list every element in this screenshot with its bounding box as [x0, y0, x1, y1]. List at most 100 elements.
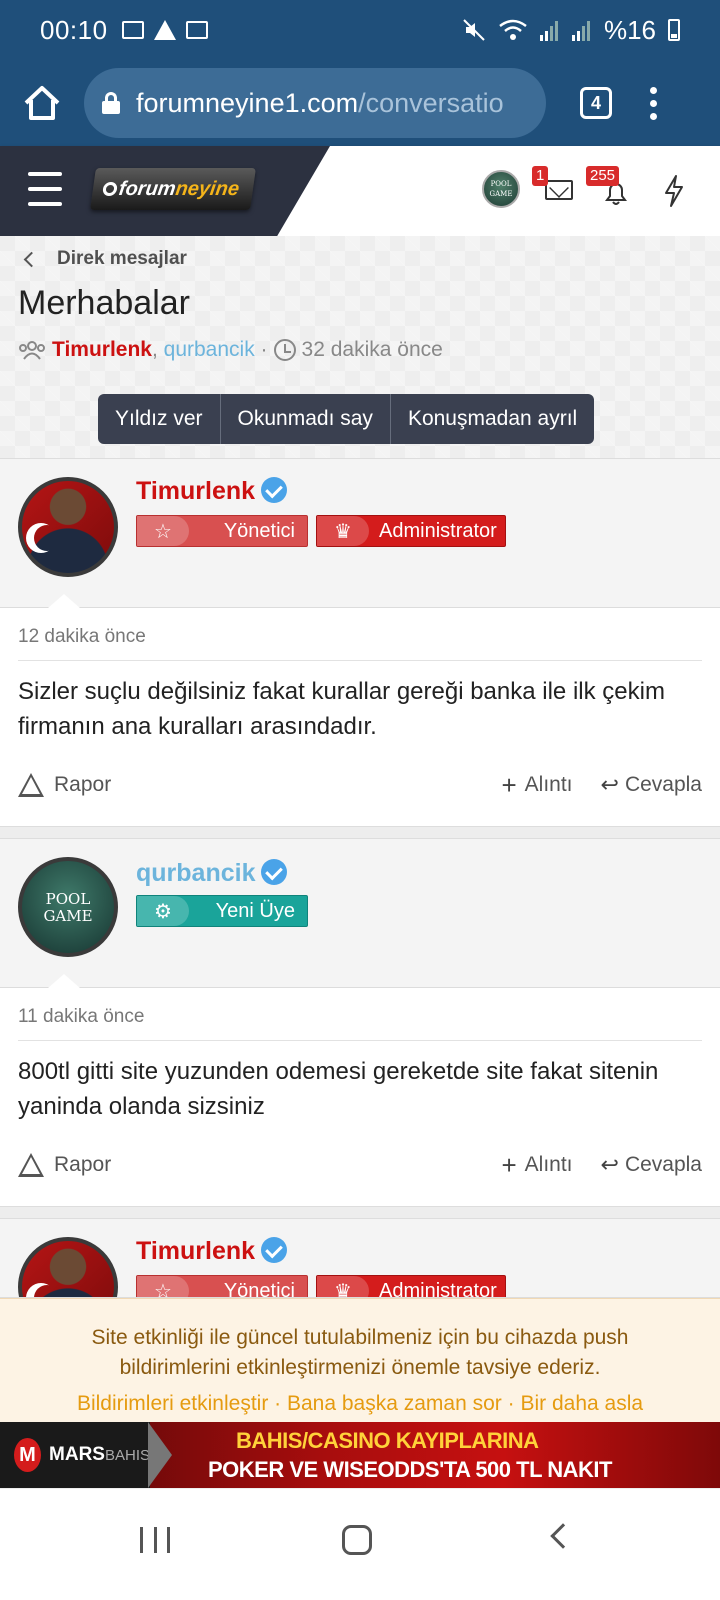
report-link[interactable]: Rapor: [18, 1153, 111, 1177]
conversation-meta: Timurlenk, qurbancik · 32 dakika önce: [18, 338, 443, 362]
crown-icon: ♛: [317, 516, 369, 546]
conversation-time: 32 dakika önce: [301, 338, 443, 361]
avatar[interactable]: [18, 1237, 118, 1297]
breadcrumb-label: Direk mesajlar: [57, 248, 187, 269]
status-notification-icons: [121, 20, 208, 40]
system-navigation-bar: [0, 1488, 720, 1600]
ad-subline: POKER VE WISEODDS'TA 500 TL NAKIT: [208, 1457, 612, 1482]
reply-link[interactable]: ↩ Cevapla: [601, 1152, 703, 1178]
crown-icon: ♛: [317, 1276, 369, 1297]
signal-icon-1: [539, 21, 558, 41]
participant-link-2[interactable]: qurbancik: [164, 338, 255, 362]
tab-switcher-button[interactable]: 4: [580, 87, 612, 119]
warning-icon: [18, 773, 44, 797]
url-path: /conversatio: [358, 87, 504, 118]
participant-link-1[interactable]: Timurlenk: [52, 338, 152, 362]
star-icon: ☆: [137, 516, 189, 546]
chevron-left-icon: [23, 251, 40, 267]
gallery-icon: [121, 21, 144, 39]
role-banner-yonetici: ☆ Yönetici: [136, 1275, 308, 1297]
bolt-icon[interactable]: [662, 174, 686, 208]
star-button[interactable]: Yıldız ver: [98, 394, 221, 444]
wifi-icon: [499, 19, 527, 40]
message-time[interactable]: 12 dakika önce: [18, 626, 146, 648]
conversation-action-buttons: Yıldız ver Okunmadı say Konuşmadan ayrıl: [98, 394, 595, 444]
speech-caret: [48, 974, 80, 988]
avatar[interactable]: [18, 477, 118, 577]
account-avatar[interactable]: POOL GAME: [482, 170, 520, 208]
never-ask-link[interactable]: Bir daha asla: [520, 1392, 643, 1415]
author-name[interactable]: qurbancik: [136, 859, 288, 888]
divider: [18, 660, 702, 661]
alerts-badge: 255: [586, 166, 620, 186]
notice-text: Site etkinliği ile güncel tutulabilmeniz…: [91, 1326, 629, 1379]
avatar[interactable]: POOL GAME: [18, 857, 118, 957]
author-name[interactable]: Timurlenk: [136, 477, 288, 506]
clock-icon: [273, 339, 296, 361]
inbox-badge: 1: [532, 166, 549, 186]
verified-icon: [261, 859, 288, 885]
push-notification-notice: Site etkinliği ile güncel tutulabilmeniz…: [0, 1298, 720, 1422]
page-title: Merhabalar: [18, 284, 190, 322]
ad-brand: M MARS BAHIS: [0, 1422, 150, 1488]
quote-link[interactable]: + Alıntı: [501, 1150, 572, 1181]
quote-link[interactable]: + Alıntı: [501, 770, 572, 801]
status-bar: 00:10 %16: [0, 0, 720, 60]
breadcrumb[interactable]: Direk mesajlar: [22, 248, 187, 270]
message-time[interactable]: 11 dakika önce: [18, 1006, 144, 1028]
recent-apps-icon[interactable]: [140, 1527, 170, 1553]
logo-text-neyine: neyine: [174, 177, 241, 200]
message-author-panel: Timurlenk ☆ Yönetici ♛ Administrator: [0, 1218, 720, 1298]
mute-icon: [463, 19, 485, 41]
mark-unread-button[interactable]: Okunmadı say: [221, 394, 391, 444]
back-icon[interactable]: [550, 1523, 576, 1549]
browser-menu-icon[interactable]: [650, 86, 657, 120]
status-time: 00:10: [40, 14, 108, 45]
url-bar[interactable]: forumneyine1.com/conversatio: [84, 68, 546, 138]
star-icon: ☆: [137, 1276, 189, 1297]
hamburger-menu-icon[interactable]: [28, 172, 62, 206]
role-banner-yeni-uye: ⚙ Yeni Üye: [136, 895, 308, 927]
logo-bubble-icon: [102, 182, 118, 196]
leave-conversation-button[interactable]: Konuşmadan ayrıl: [391, 394, 594, 444]
site-logo[interactable]: forum neyine: [90, 168, 256, 210]
ad-arrow-shape: [148, 1422, 172, 1488]
users-icon: [19, 341, 45, 360]
browser-toolbar: forumneyine1.com/conversatio 4: [0, 60, 720, 146]
ad-banner[interactable]: M MARS BAHIS BAHIS/CASINO KAYIPLARINA POK…: [0, 1422, 720, 1488]
brand-logo-icon: M: [14, 1438, 42, 1472]
notice-links: Bildirimleri etkinleştir · Bana başka za…: [76, 1392, 644, 1415]
message-actions: Rapor + Alıntı ↩ Cevapla: [18, 768, 702, 802]
message-separator: [0, 1206, 720, 1218]
account-avatar-text-2: GAME: [489, 190, 513, 198]
conversation-header: Direk mesajlar Merhabalar Timurlenk, qur…: [0, 236, 720, 464]
checkbox-icon: [185, 21, 208, 39]
reply-link[interactable]: ↩ Cevapla: [601, 772, 703, 798]
enable-notifications-link[interactable]: Bildirimleri etkinleştir: [77, 1392, 268, 1415]
message-text: 800tl gitti site yuzunden odemesi gereke…: [18, 1058, 659, 1120]
reply-icon: ↩: [600, 1152, 619, 1177]
signal-icon-2: [571, 21, 590, 41]
report-link[interactable]: Rapor: [18, 773, 111, 797]
home-icon[interactable]: [20, 81, 64, 125]
logo-text-forum: forum: [117, 177, 178, 200]
message-text: Sizler suçlu değilsiniz fakat kurallar g…: [18, 678, 665, 740]
message-body: 12 dakika önce Sizler suçlu değilsiniz f…: [0, 608, 720, 826]
role-banner-administrator: ♛ Administrator: [316, 1275, 506, 1297]
inbox-icon[interactable]: [545, 180, 573, 200]
url-host: forumneyine1.com: [136, 87, 359, 118]
role-banner-yonetici: ☆ Yönetici: [136, 515, 308, 547]
warning-icon: [18, 1153, 44, 1177]
home-button-icon[interactable]: [342, 1525, 372, 1555]
message-author-panel: POOL GAME qurbancik ⚙ Yeni Üye: [0, 838, 720, 988]
battery-icon: [668, 19, 680, 41]
author-name[interactable]: Timurlenk: [136, 1237, 288, 1266]
ask-later-link[interactable]: Bana başka zaman sor: [287, 1392, 502, 1415]
divider: [18, 1040, 702, 1041]
verified-icon: [261, 1237, 288, 1263]
reply-icon: ↩: [600, 772, 619, 797]
ad-headline: BAHIS/CASINO KAYIPLARINA: [236, 1428, 539, 1453]
plus-icon: +: [501, 1149, 517, 1180]
avatar-text-2: GAME: [43, 907, 93, 925]
message-body: 11 dakika önce 800tl gitti site yuzunden…: [0, 988, 720, 1206]
